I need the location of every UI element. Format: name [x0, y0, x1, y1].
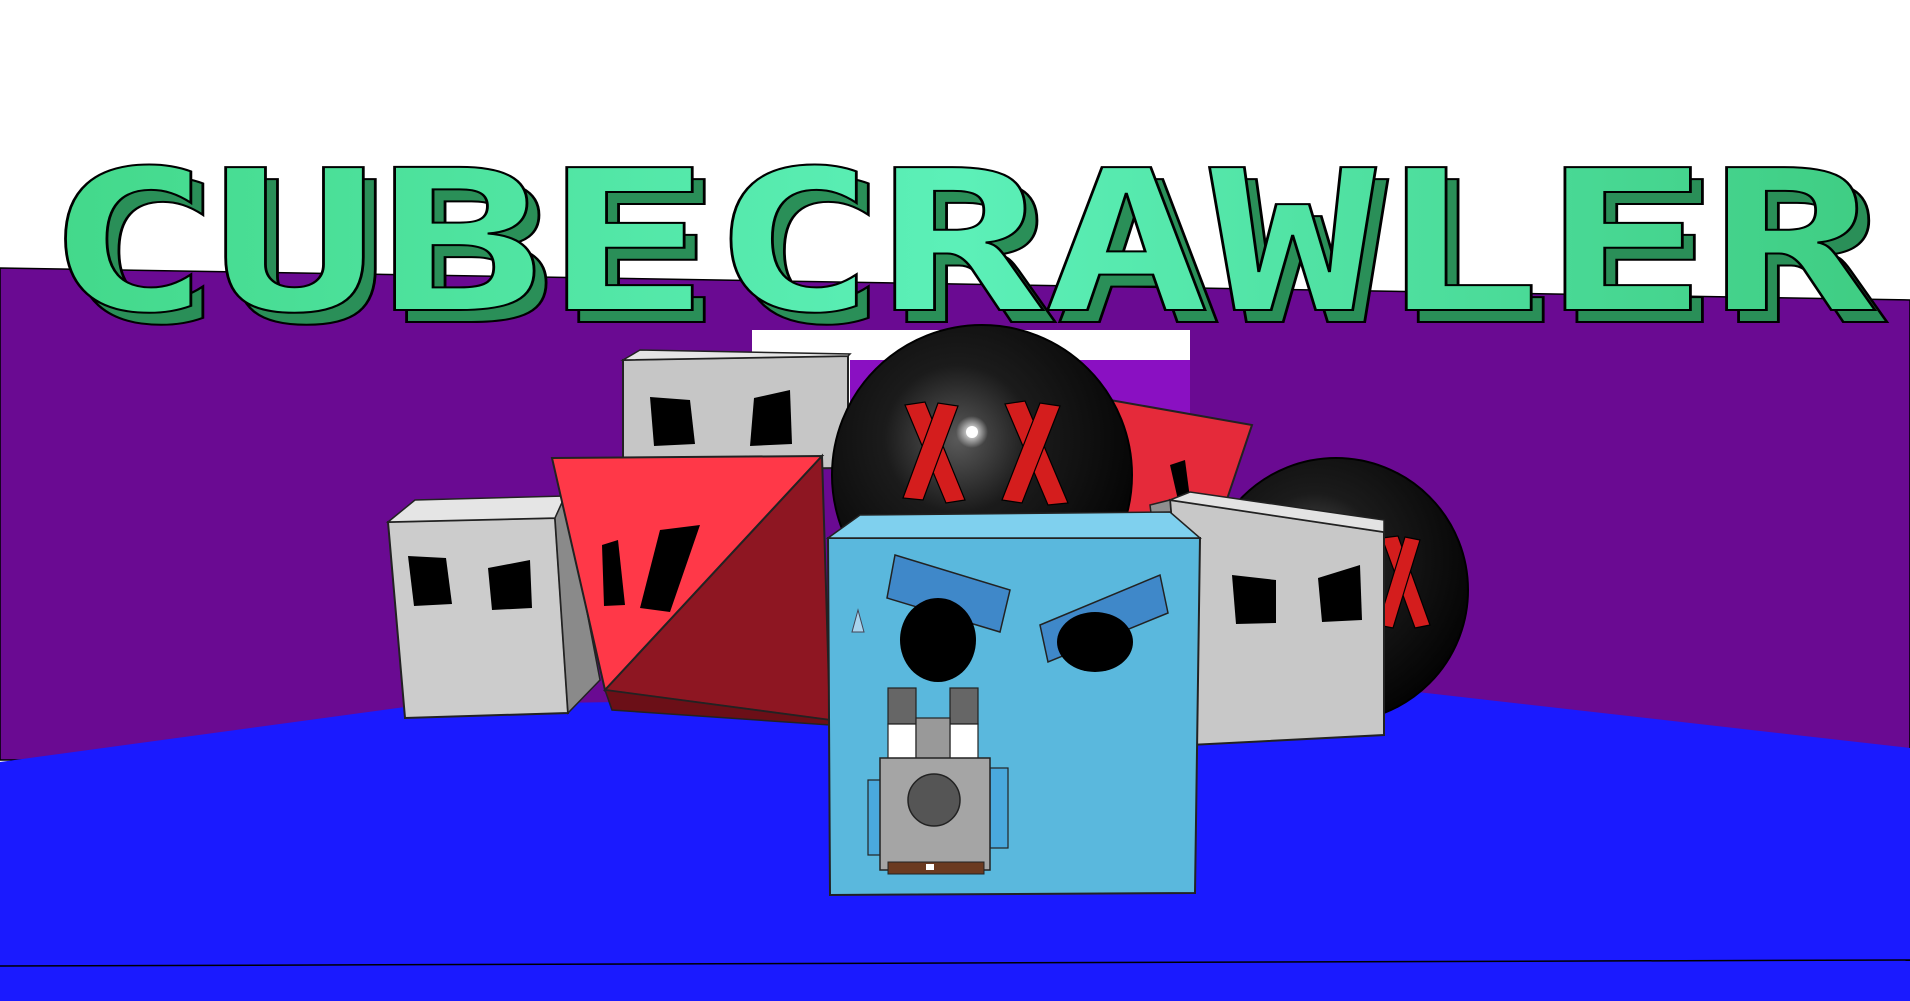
game-title: CUBECRAWLER CUBECRAWLER: [44, 128, 1888, 370]
game-scene: CUBECRAWLER CUBECRAWLER: [0, 0, 1910, 1001]
game-title-text: CUBECRAWLER: [45, 129, 1875, 357]
player-cube: [825, 511, 1203, 897]
player-eye-left: [900, 598, 976, 682]
player-eye-right: [1057, 612, 1133, 672]
scene-render: CUBECRAWLER CUBECRAWLER: [0, 0, 1910, 1001]
